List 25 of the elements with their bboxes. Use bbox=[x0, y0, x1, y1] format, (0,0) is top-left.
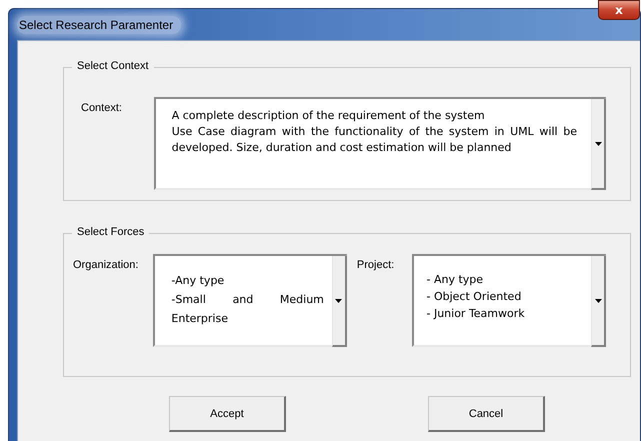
dropdown-button[interactable] bbox=[591, 99, 606, 190]
close-button[interactable]: x bbox=[598, 0, 640, 20]
field-label: Context: bbox=[81, 101, 123, 116]
text-line: -Any type bbox=[171, 273, 226, 289]
dropdown-button[interactable] bbox=[332, 256, 347, 347]
field-label: Project: bbox=[356, 258, 396, 273]
dialog-button[interactable]: Cancel bbox=[428, 396, 545, 432]
text-box[interactable]: A complete description of the requirement of the system Use Case diagram with the functionality of the system in UML will be developed. Size, duration and cost estimation will be planned bbox=[154, 97, 606, 190]
text-line: -Small and Medium Enterprise bbox=[171, 292, 324, 327]
group-title: Select Forces bbox=[72, 226, 150, 238]
text-line: A complete description of the requirement of the system bbox=[172, 108, 486, 124]
group-title: Select Context bbox=[72, 60, 154, 72]
text-line: - Object Oriented bbox=[426, 289, 522, 305]
field-label: Organization: bbox=[73, 258, 140, 273]
text-box[interactable]: -Any type -Small and Medium Enterprise bbox=[153, 254, 347, 347]
text-line: - Junior Teamwork bbox=[426, 306, 526, 322]
dialog-button[interactable]: Accept bbox=[169, 396, 286, 432]
text-line: - Any type bbox=[426, 272, 484, 288]
caret-icon bbox=[594, 298, 602, 302]
window-title: Select Research Paramenter bbox=[17, 16, 182, 34]
text-box[interactable]: - Any type - Object Oriented - Junior Teamwork bbox=[412, 254, 606, 347]
caret-icon bbox=[594, 142, 602, 146]
caret-icon bbox=[335, 298, 342, 302]
dropdown-button[interactable] bbox=[591, 256, 606, 347]
text-line: Use Case diagram with the functionality of the system in UML will be developed. Size, duration and cost estimation will be planned bbox=[172, 124, 577, 156]
